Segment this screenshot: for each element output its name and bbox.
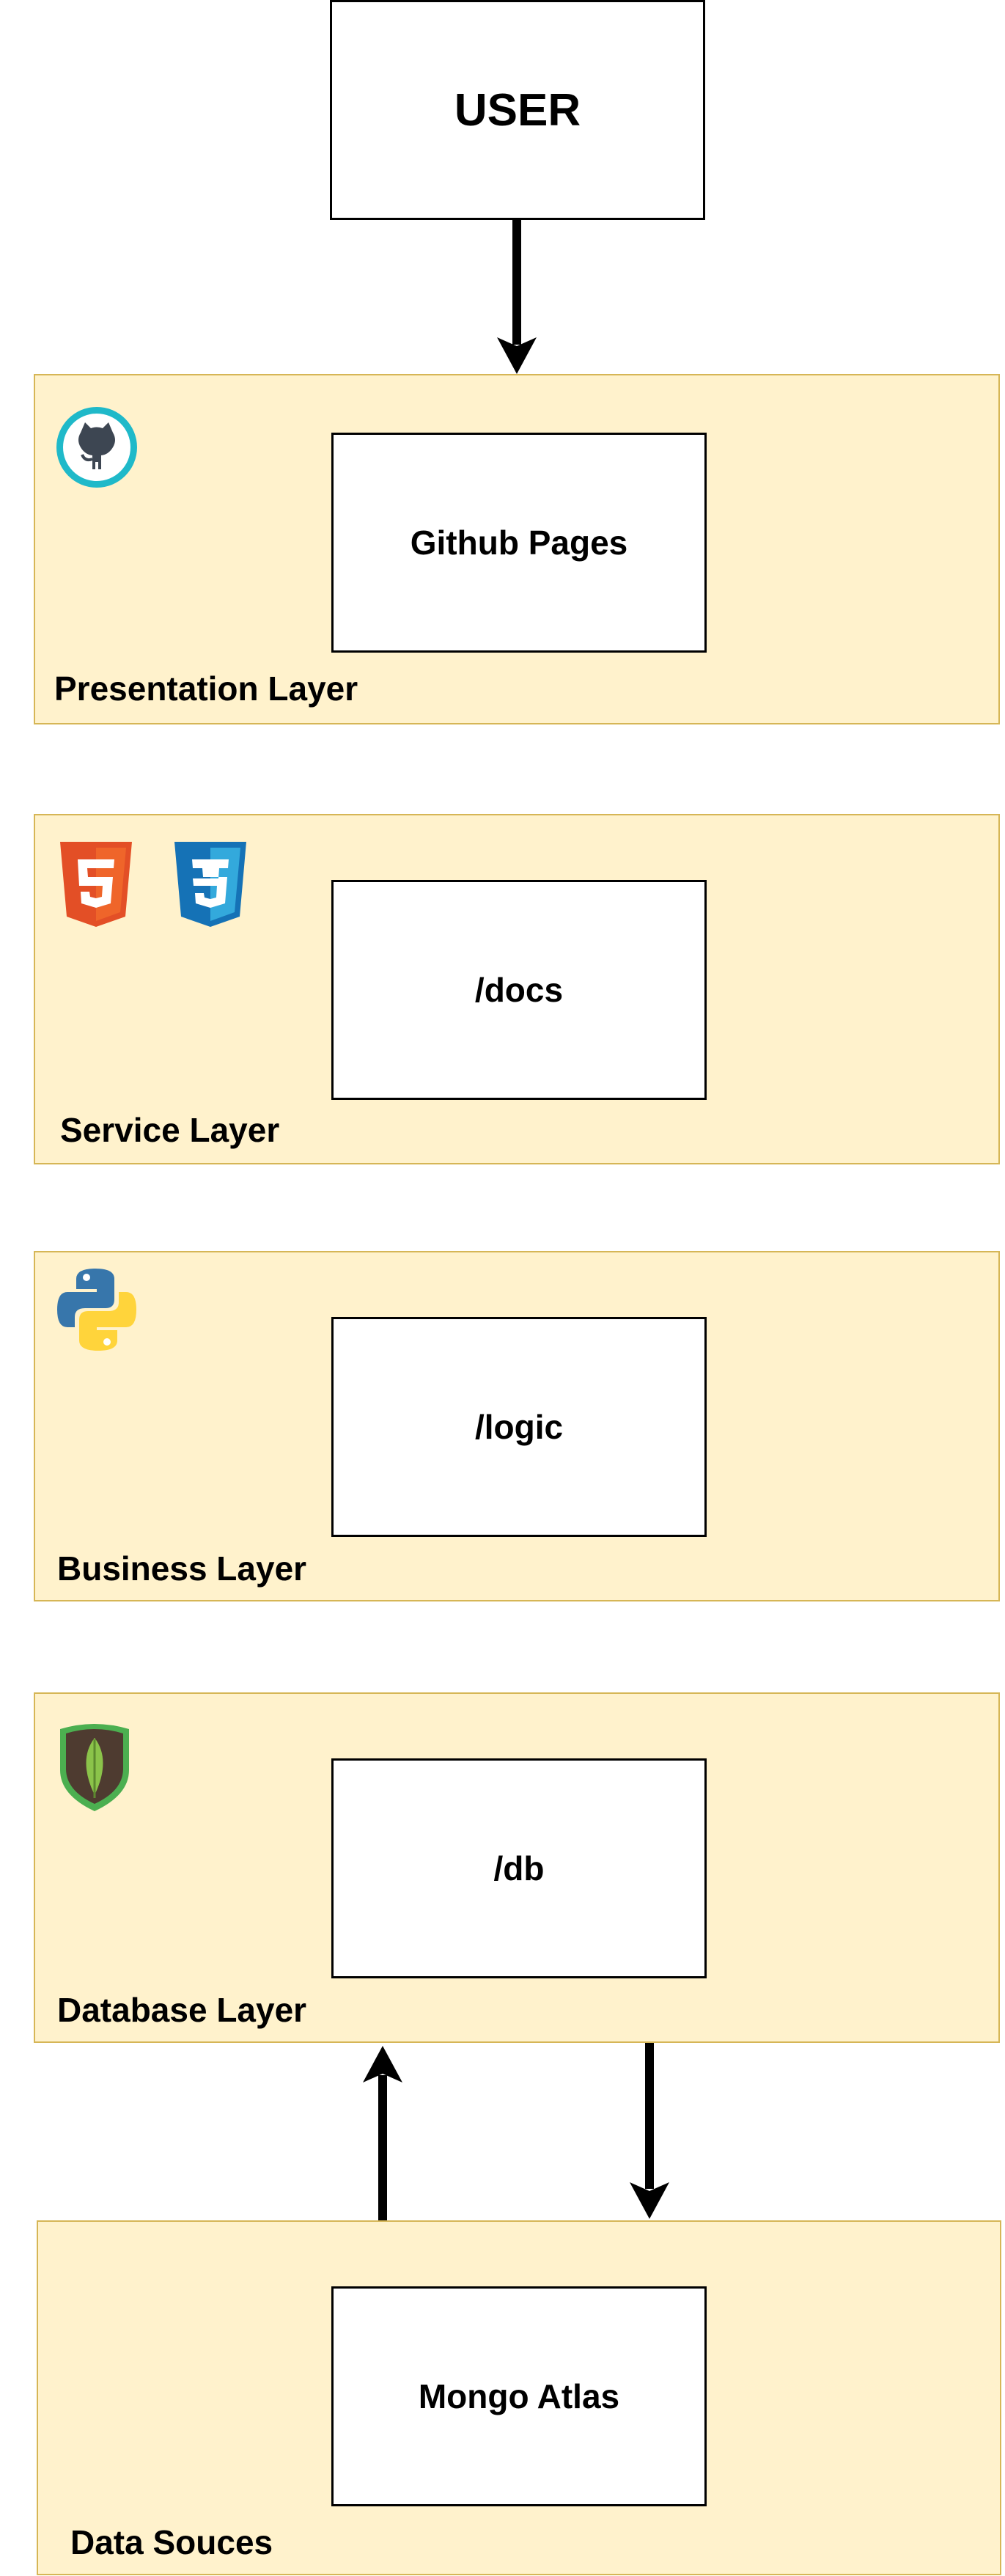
data-sources-layer: Mongo Atlas Data Souces xyxy=(37,2220,1001,2575)
logic-box: /logic xyxy=(331,1317,707,1537)
css3-icon xyxy=(172,840,249,932)
datasource-to-db-arrowhead xyxy=(363,2046,402,2083)
database-layer: /db Database Layer xyxy=(34,1692,1000,2043)
docs-box: /docs xyxy=(331,880,707,1100)
github-pages-box: Github Pages xyxy=(331,433,707,653)
service-layer: /docs Service Layer xyxy=(34,814,1000,1164)
user-box-label: USER xyxy=(454,84,581,136)
mongodb-leaf-icon xyxy=(53,1722,136,1818)
html5-icon xyxy=(57,840,135,932)
data-sources-layer-label: Data Souces xyxy=(70,2523,273,2561)
mongo-atlas-box: Mongo Atlas xyxy=(331,2286,707,2506)
business-layer: /logic Business Layer xyxy=(34,1251,1000,1601)
user-box: USER xyxy=(330,0,705,220)
mongo-atlas-label: Mongo Atlas xyxy=(418,2377,620,2415)
database-layer-label: Database Layer xyxy=(57,1991,307,2029)
docs-label: /docs xyxy=(474,971,564,1009)
github-pages-label: Github Pages xyxy=(410,524,628,562)
github-icon xyxy=(53,403,141,495)
user-to-presentation-arrowhead xyxy=(497,337,537,374)
service-layer-label: Service Layer xyxy=(60,1111,280,1149)
db-box: /db xyxy=(331,1758,707,1978)
logic-label: /logic xyxy=(474,1408,564,1446)
business-layer-label: Business Layer xyxy=(57,1549,307,1588)
presentation-layer-label: Presentation Layer xyxy=(54,669,358,708)
db-to-datasource-arrowhead xyxy=(630,2182,669,2219)
python-icon xyxy=(54,1266,139,1357)
db-label: /db xyxy=(493,1849,545,1887)
presentation-layer: Github Pages Presentation Layer xyxy=(34,374,1000,724)
